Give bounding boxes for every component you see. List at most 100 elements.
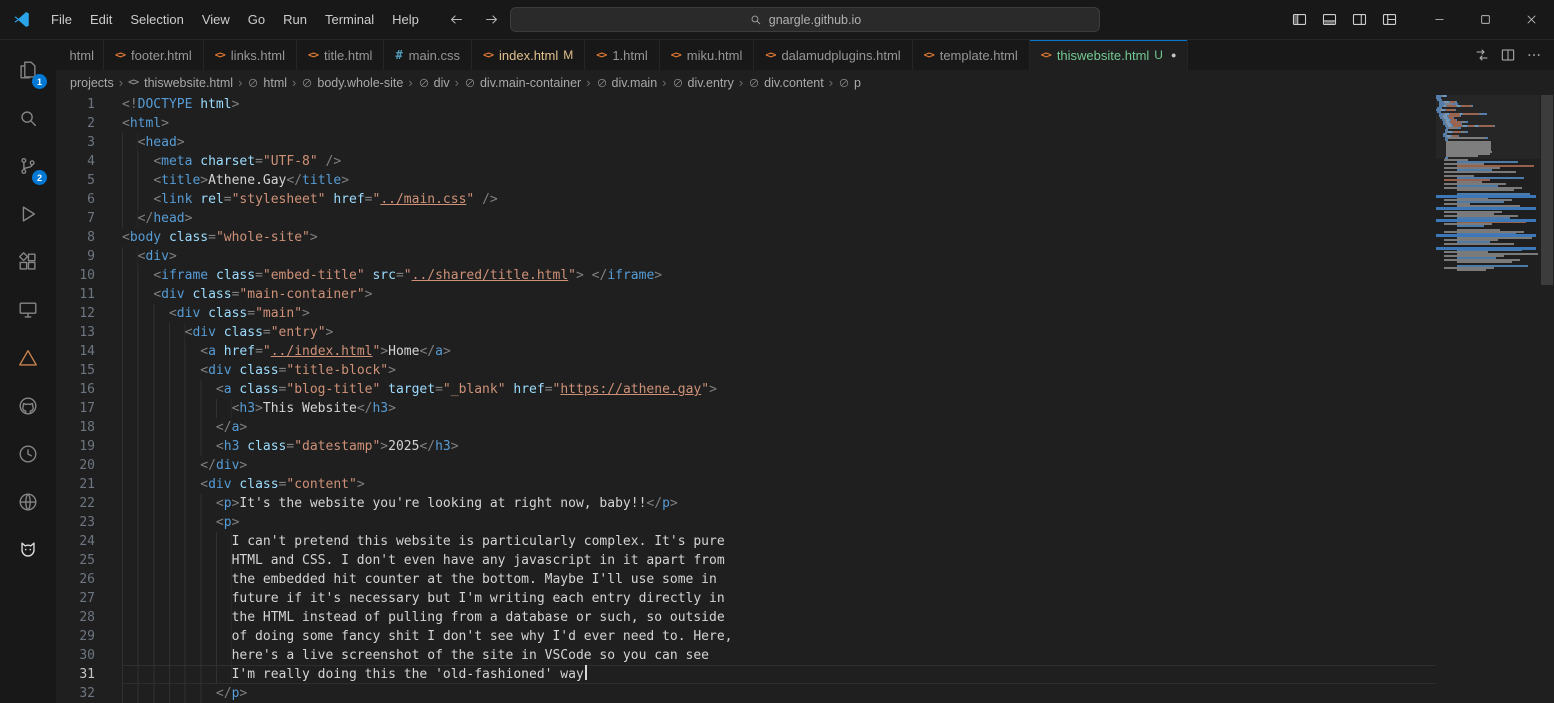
breadcrumb-item[interactable]: <>thiswebsite.html — [128, 76, 233, 90]
maximize-button[interactable] — [1462, 0, 1508, 39]
activity-extensions[interactable] — [4, 238, 52, 286]
back-arrow-icon[interactable] — [448, 11, 465, 28]
activity-source-control[interactable]: 2 — [4, 142, 52, 190]
code-line[interactable]: <div class="title-block"> — [122, 361, 1436, 380]
code-line[interactable]: </p> — [122, 684, 1436, 703]
tab-title.html[interactable]: <>title.html — [297, 40, 384, 70]
code-line[interactable]: <!DOCTYPE html> — [122, 95, 1436, 114]
tab-thiswebsite.html[interactable]: <>thiswebsite.htmlU● — [1030, 40, 1189, 70]
menu-file[interactable]: File — [42, 0, 81, 39]
menu-go[interactable]: Go — [239, 0, 274, 39]
panel-left-icon[interactable] — [1291, 11, 1308, 28]
tab-links.html[interactable]: <>links.html — [204, 40, 297, 70]
scrollbar[interactable] — [1540, 95, 1554, 703]
layout-icon[interactable] — [1381, 11, 1398, 28]
tab-html[interactable]: html — [56, 40, 104, 70]
breadcrumb-item[interactable]: projects — [70, 76, 114, 90]
line-number[interactable]: 9 — [56, 247, 95, 266]
code-line[interactable]: <link rel="stylesheet" href="../main.css… — [122, 190, 1436, 209]
line-number[interactable]: 4 — [56, 152, 95, 171]
close-button[interactable] — [1508, 0, 1554, 39]
activity-remote-explorer[interactable] — [4, 286, 52, 334]
panel-right-icon[interactable] — [1351, 11, 1368, 28]
code-line[interactable]: <html> — [122, 114, 1436, 133]
tab-1.html[interactable]: <>1.html — [585, 40, 659, 70]
line-number[interactable]: 19 — [56, 437, 95, 456]
code-line[interactable]: future if it's necessary but I'm writing… — [122, 589, 1436, 608]
line-number[interactable]: 13 — [56, 323, 95, 342]
tab-footer.html[interactable]: <>footer.html — [104, 40, 204, 70]
code-line[interactable]: <div class="content"> — [122, 475, 1436, 494]
menu-selection[interactable]: Selection — [121, 0, 192, 39]
line-number[interactable]: 15 — [56, 361, 95, 380]
code-line[interactable]: I can't pretend this website is particul… — [122, 532, 1436, 551]
menu-help[interactable]: Help — [383, 0, 428, 39]
minimize-button[interactable] — [1416, 0, 1462, 39]
split-editor-icon[interactable] — [1500, 47, 1516, 63]
line-number[interactable]: 7 — [56, 209, 95, 228]
menu-terminal[interactable]: Terminal — [316, 0, 383, 39]
tab-template.html[interactable]: <>template.html — [913, 40, 1030, 70]
activity-pets[interactable] — [4, 526, 52, 574]
line-number[interactable]: 24 — [56, 532, 95, 551]
activity-search[interactable] — [4, 94, 52, 142]
code-line[interactable]: of doing some fancy shit I don't see why… — [122, 627, 1436, 646]
code-line[interactable]: <div class="main"> — [122, 304, 1436, 323]
tab-index.html[interactable]: <>index.htmlM — [472, 40, 585, 70]
code-line[interactable]: I'm really doing this the 'old-fashioned… — [122, 665, 1436, 684]
line-number[interactable]: 12 — [56, 304, 95, 323]
line-number[interactable]: 5 — [56, 171, 95, 190]
code-line[interactable]: <div class="main-container"> — [122, 285, 1436, 304]
line-number[interactable]: 30 — [56, 646, 95, 665]
line-number[interactable]: 27 — [56, 589, 95, 608]
code-line[interactable]: <a href="../index.html">Home</a> — [122, 342, 1436, 361]
line-number[interactable]: 2 — [56, 114, 95, 133]
line-number[interactable]: 23 — [56, 513, 95, 532]
code-line[interactable]: the HTML instead of pulling from a datab… — [122, 608, 1436, 627]
activity-timeline[interactable] — [4, 430, 52, 478]
code-line[interactable]: <h3>This Website</h3> — [122, 399, 1436, 418]
minimap[interactable] — [1436, 95, 1540, 703]
line-number[interactable]: 29 — [56, 627, 95, 646]
code-line[interactable]: </a> — [122, 418, 1436, 437]
code-line[interactable]: </head> — [122, 209, 1436, 228]
breadcrumb-item[interactable]: body.whole-site — [301, 76, 403, 90]
line-number[interactable]: 16 — [56, 380, 95, 399]
line-number[interactable]: 11 — [56, 285, 95, 304]
line-number[interactable]: 8 — [56, 228, 95, 247]
more-actions-icon[interactable] — [1526, 47, 1542, 63]
activity-run-debug[interactable] — [4, 190, 52, 238]
code-line[interactable]: <title>Athene.Gay</title> — [122, 171, 1436, 190]
command-center[interactable]: gnargle.github.io — [510, 7, 1100, 32]
activity-explorer[interactable]: 1 — [4, 46, 52, 94]
line-number[interactable]: 14 — [56, 342, 95, 361]
code-line[interactable]: the embedded hit counter at the bottom. … — [122, 570, 1436, 589]
breadcrumb-item[interactable]: div.main — [596, 76, 658, 90]
tab-dalamudplugins.html[interactable]: <>dalamudplugins.html — [754, 40, 912, 70]
line-number[interactable]: 31 — [56, 665, 95, 684]
breadcrumb-item[interactable]: div — [418, 76, 450, 90]
tab-miku.html[interactable]: <>miku.html — [660, 40, 755, 70]
line-number[interactable]: 28 — [56, 608, 95, 627]
line-number[interactable]: 32 — [56, 684, 95, 703]
line-number[interactable]: 22 — [56, 494, 95, 513]
tab-main.css[interactable]: #main.css — [384, 40, 472, 70]
line-number[interactable]: 18 — [56, 418, 95, 437]
code-line[interactable]: </div> — [122, 456, 1436, 475]
activity-extension-globe[interactable] — [4, 478, 52, 526]
code-line[interactable]: here's a live screenshot of the site in … — [122, 646, 1436, 665]
line-number[interactable]: 1 — [56, 95, 95, 114]
breadcrumb-item[interactable]: div.main-container — [464, 76, 581, 90]
code-line[interactable]: <meta charset="UTF-8" /> — [122, 152, 1436, 171]
editor[interactable]: 1234567891011121314151617181920212223242… — [56, 95, 1554, 703]
forward-arrow-icon[interactable] — [483, 11, 500, 28]
menu-view[interactable]: View — [193, 0, 239, 39]
code-line[interactable]: <div> — [122, 247, 1436, 266]
menu-edit[interactable]: Edit — [81, 0, 121, 39]
code-line[interactable]: <head> — [122, 133, 1436, 152]
menu-run[interactable]: Run — [274, 0, 316, 39]
code-line[interactable]: <h3 class="datestamp">2025</h3> — [122, 437, 1436, 456]
line-number[interactable]: 21 — [56, 475, 95, 494]
code-line[interactable]: HTML and CSS. I don't even have any java… — [122, 551, 1436, 570]
line-number[interactable]: 10 — [56, 266, 95, 285]
